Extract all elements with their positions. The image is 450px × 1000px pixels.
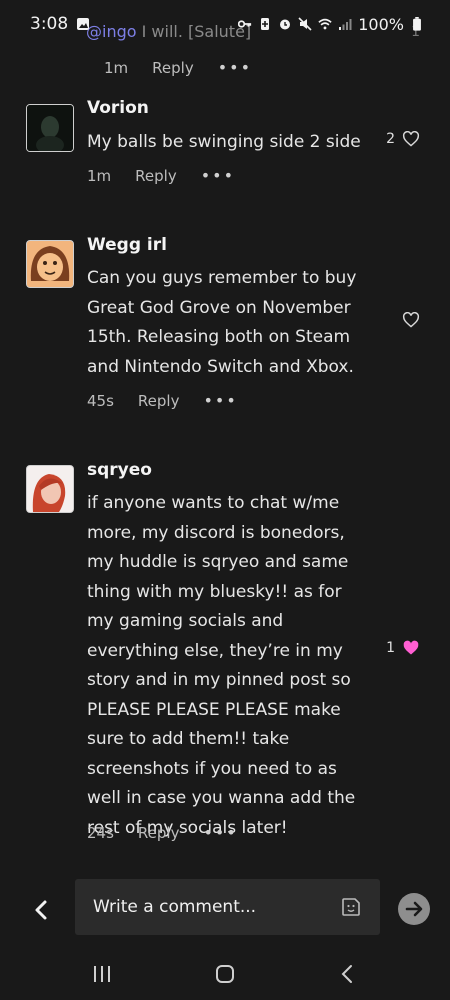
- like-button[interactable]: 2: [386, 131, 420, 147]
- like-count: 2: [386, 131, 395, 147]
- comment-input-placeholder: Write a comment...: [93, 897, 257, 917]
- arrow-right-icon: [405, 901, 423, 917]
- clock: 3:08: [30, 14, 69, 34]
- reply-button[interactable]: Reply: [135, 167, 177, 185]
- comment-time: 45s: [87, 391, 114, 410]
- battery-saver-icon: [261, 18, 270, 30]
- image-icon: [77, 18, 90, 30]
- status-bar: 3:08 100%: [0, 0, 450, 48]
- reply-button[interactable]: Reply: [138, 392, 180, 410]
- comment-author[interactable]: sqryeo: [87, 460, 152, 480]
- like-count: 1: [386, 640, 395, 656]
- key-icon: [238, 20, 252, 28]
- reply-button[interactable]: Reply: [138, 824, 180, 842]
- comment-text: if anyone wants to chat w/me more, my di…: [87, 493, 356, 838]
- comment-input[interactable]: Write a comment...: [75, 879, 380, 935]
- like-button[interactable]: 1: [386, 640, 420, 656]
- comment-meta: 1m Reply •••: [87, 166, 235, 185]
- heart-outline-icon: [402, 131, 420, 147]
- recent-apps-icon[interactable]: [91, 964, 113, 984]
- mute-icon: [298, 17, 312, 31]
- avatar[interactable]: [26, 240, 74, 288]
- more-options-icon[interactable]: •••: [201, 166, 235, 185]
- send-button[interactable]: [398, 893, 430, 925]
- comment-author[interactable]: Vorion: [87, 98, 149, 118]
- comment-meta: 24s Reply •••: [87, 823, 238, 842]
- home-icon[interactable]: [214, 963, 236, 985]
- back-arrow-icon[interactable]: [30, 898, 54, 922]
- avatar[interactable]: [26, 104, 74, 152]
- alarm-icon: [280, 19, 291, 30]
- comment-text: Can you guys remember to buy Great God G…: [87, 268, 357, 377]
- avatar-image: [27, 466, 73, 512]
- heart-outline-icon: [402, 312, 420, 328]
- more-options-icon[interactable]: •••: [203, 823, 237, 842]
- battery-percentage: 100%: [358, 14, 404, 34]
- comment-text: My balls be swinging side 2 side: [87, 132, 361, 152]
- signal-icon: [339, 19, 352, 30]
- comment-time: 1m: [104, 58, 129, 77]
- system-navigation-bar: [0, 948, 450, 1000]
- more-options-icon[interactable]: •••: [218, 58, 252, 77]
- battery-icon: [413, 17, 421, 31]
- comment-meta: 45s Reply •••: [87, 391, 238, 410]
- wifi-icon: [318, 18, 332, 30]
- comment-author[interactable]: Wegg irl: [87, 235, 167, 255]
- previous-comment-meta: 1m Reply •••: [104, 58, 252, 77]
- sticker-icon[interactable]: [340, 896, 362, 918]
- avatar[interactable]: [26, 465, 74, 513]
- reply-button[interactable]: Reply: [152, 59, 194, 77]
- comment-time: 1m: [87, 166, 112, 185]
- comment-time: 24s: [87, 823, 114, 842]
- like-button[interactable]: [395, 312, 420, 328]
- avatar-image: [27, 241, 73, 287]
- more-options-icon[interactable]: •••: [203, 391, 237, 410]
- heart-filled-icon: [403, 640, 419, 655]
- back-icon[interactable]: [337, 963, 359, 985]
- avatar-image: [27, 105, 73, 151]
